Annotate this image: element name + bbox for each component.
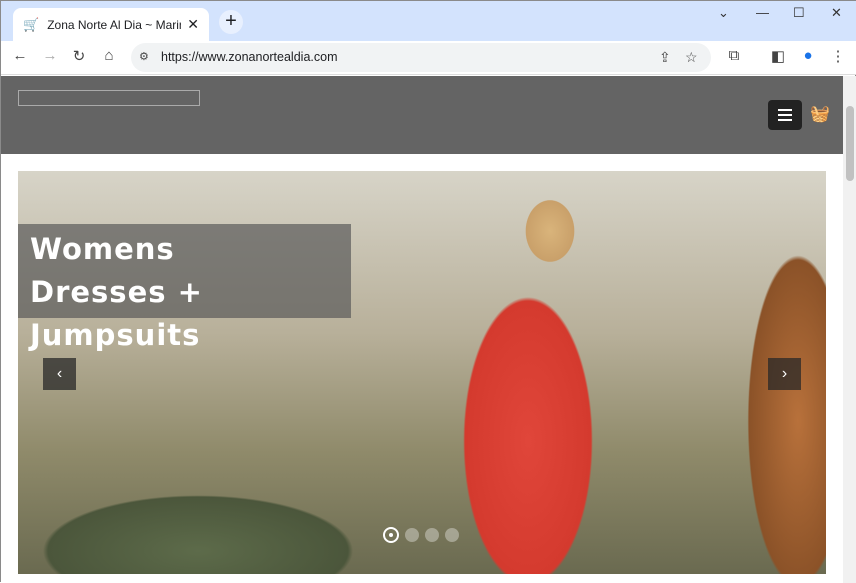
browser-toolbar: ← → ↻ ⌂ ⚙ https://www.zonanortealdia.com… — [1, 41, 856, 75]
carousel-prev-button[interactable]: ‹ — [43, 358, 76, 390]
close-tab-icon[interactable]: ✕ — [187, 16, 199, 33]
extensions-icon[interactable]: ⧉ — [723, 47, 745, 64]
caption-line-1: Womens — [30, 232, 175, 266]
site-logo-image[interactable] — [18, 90, 200, 106]
profile-avatar-icon[interactable]: ● — [797, 47, 819, 64]
reload-icon[interactable]: ↻ — [68, 47, 90, 65]
carousel-dot-2[interactable] — [405, 528, 419, 542]
close-window-icon[interactable]: ✕ — [831, 5, 842, 21]
menu-kebab-icon[interactable]: ⋮ — [827, 47, 849, 65]
web-page: 🧺 Womens Dresses + Jumpsuits ‹ › — [1, 76, 843, 583]
bookmark-star-icon[interactable]: ☆ — [685, 43, 698, 72]
browser-tab[interactable]: 🛒 Zona Norte Al Dia ~ Marine Layer ✕ — [13, 8, 209, 41]
cart-favicon-icon: 🛒 — [23, 16, 40, 32]
carousel-next-button[interactable]: › — [768, 358, 801, 390]
side-panel-icon[interactable]: ◧ — [767, 47, 789, 65]
home-icon[interactable]: ⌂ — [98, 47, 120, 64]
forward-icon[interactable]: → — [39, 47, 61, 64]
site-header: 🧺 — [1, 76, 843, 154]
carousel-dot-3[interactable] — [425, 528, 439, 542]
page-scrollbar[interactable] — [843, 76, 856, 583]
minimize-icon[interactable]: — — [756, 5, 769, 20]
site-info-icon[interactable]: ⚙ — [139, 43, 149, 72]
carousel-dot-4[interactable] — [445, 528, 459, 542]
tab-bar: 🛒 Zona Norte Al Dia ~ Marine Layer ✕ + ⌄… — [1, 1, 856, 41]
tab-title: Zona Norte Al Dia ~ Marine Layer — [47, 17, 181, 32]
url-text: https://www.zonanortealdia.com — [161, 50, 338, 64]
carousel-dot-1[interactable] — [383, 527, 399, 543]
tab-search-icon[interactable]: ⌄ — [718, 5, 729, 21]
caption-line-2: Dresses + Jumpsuits — [30, 275, 203, 352]
scrollbar-thumb[interactable] — [846, 106, 854, 181]
share-icon[interactable]: ⇪ — [659, 43, 671, 72]
basket-icon[interactable]: 🧺 — [810, 104, 830, 124]
address-bar[interactable]: ⚙ https://www.zonanortealdia.com ⇪ ☆ — [131, 43, 711, 72]
maximize-icon[interactable]: ☐ — [793, 5, 805, 21]
hamburger-menu-button[interactable] — [768, 100, 802, 130]
carousel-indicators — [383, 527, 459, 543]
back-icon[interactable]: ← — [9, 47, 31, 64]
hero-caption: Womens Dresses + Jumpsuits — [18, 224, 351, 352]
new-tab-button[interactable]: + — [219, 10, 243, 34]
hero-carousel: Womens Dresses + Jumpsuits ‹ › — [18, 171, 826, 574]
